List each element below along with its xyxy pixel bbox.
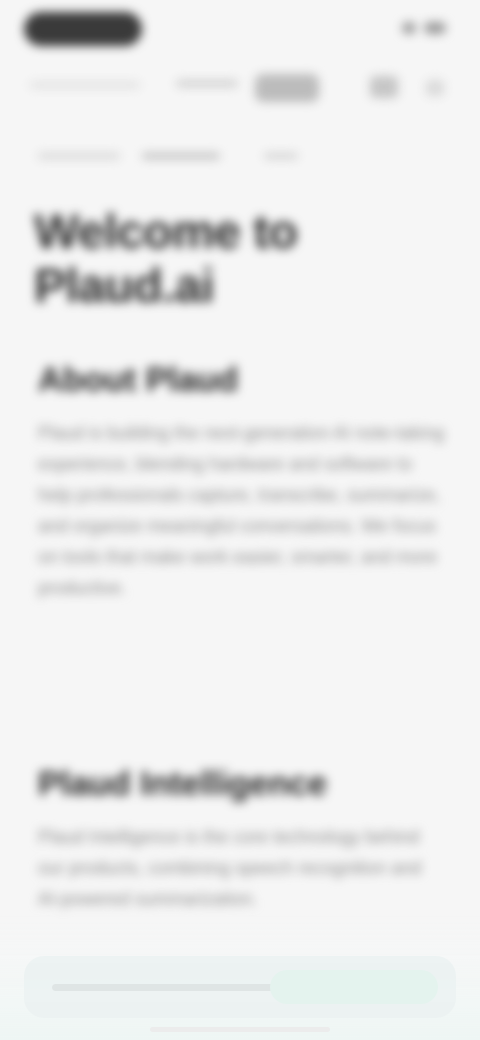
nav-placeholder-middle	[176, 80, 238, 87]
page-header: Welcome to Plaud.ai	[34, 206, 444, 314]
page-root: Welcome to Plaud.ai About Plaud Plaud is…	[0, 0, 480, 1040]
breadcrumb	[38, 142, 318, 170]
breadcrumb-item[interactable]	[38, 153, 120, 159]
signal-icon	[402, 22, 416, 34]
section-body: Plaud is building the next-generation AI…	[38, 423, 445, 598]
bottom-placeholder-text	[52, 984, 302, 991]
status-icons	[382, 20, 446, 36]
dynamic-island	[24, 12, 142, 46]
about-section: About Plaud Plaud is building the next-g…	[38, 360, 448, 604]
nav-button[interactable]	[255, 74, 319, 102]
more-icon[interactable]	[426, 80, 444, 96]
nav-placeholder-left	[30, 82, 140, 88]
home-indicator	[150, 1027, 330, 1032]
section-title: Plaud Intelligence	[38, 765, 328, 803]
breadcrumb-item[interactable]	[142, 153, 220, 159]
page-title: Welcome to Plaud.ai	[34, 206, 298, 313]
section-body: Plaud Intelligence is the core technolog…	[38, 827, 422, 909]
bottom-action-bar[interactable]	[24, 956, 456, 1018]
section-title: About Plaud	[38, 361, 239, 399]
top-navigation	[0, 66, 480, 110]
menu-icon[interactable]	[370, 76, 398, 98]
status-bar	[0, 0, 480, 60]
intelligence-section: Plaud Intelligence Plaud Intelligence is…	[38, 764, 448, 915]
battery-icon	[424, 22, 446, 34]
breadcrumb-item[interactable]	[264, 153, 298, 159]
bottom-action-button[interactable]	[270, 970, 438, 1004]
